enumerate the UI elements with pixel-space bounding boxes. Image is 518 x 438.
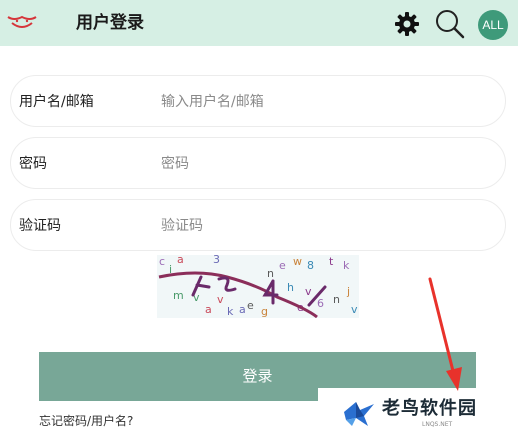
gear-icon[interactable] [394,11,420,37]
captcha-glyph: k [227,305,234,318]
watermark-domain: LNQS.NET [422,421,453,428]
captcha-glyph: 3 [213,255,220,266]
captcha-glyph: c [159,255,165,268]
password-input[interactable] [161,150,461,178]
captcha-glyph: w [293,255,302,268]
watermark: 老鸟软件园 LNQS.NET [318,388,518,438]
captcha-glyph: a [239,303,246,316]
login-page: 用户登录 ALL 用户名/邮箱 密码 [0,0,518,438]
avatar[interactable]: ALL [478,10,508,40]
captcha-glyph: 6 [317,297,324,310]
captcha-glyph: v [351,303,358,316]
app-header: 用户登录 ALL [0,0,518,46]
captcha-glyph: v [305,285,312,298]
captcha-glyph: 8 [307,259,314,272]
captcha-glyph: e [247,299,254,312]
captcha-image[interactable]: cia 3nw 8 t kva k e gh v6m vanjvee [157,255,359,318]
captcha-glyph: a [205,303,212,316]
captcha-input[interactable] [161,212,461,240]
captcha-glyph: t [329,255,334,268]
captcha-glyph: n [333,293,340,306]
search-icon[interactable] [434,8,466,40]
captcha-glyph: h [287,281,294,294]
arrow-annotation [428,277,462,391]
forgot-password-link[interactable]: 忘记密码/用户名? [39,412,133,430]
captcha-glyph: j [346,285,350,298]
password-label: 密码 [19,156,47,172]
captcha-glyph: m [173,289,184,302]
username-input[interactable] [161,88,461,116]
bird-logo-icon [344,402,374,426]
password-row: 密码 [10,137,506,189]
captcha-glyph: a [177,255,184,266]
username-label: 用户名/邮箱 [19,94,94,110]
captcha-glyph: g [261,305,268,318]
captcha-glyph: v [217,293,224,306]
captcha-glyph: e [279,259,286,272]
captcha-glyph: n [267,267,274,280]
watermark-name: 老鸟软件园 [382,398,477,419]
logo-icon[interactable] [6,13,38,33]
captcha-label: 验证码 [19,218,61,234]
captcha-glyph: k [343,259,350,272]
captcha-row: 验证码 [10,199,506,251]
username-row: 用户名/邮箱 [10,75,506,127]
page-title: 用户登录 [76,13,144,33]
